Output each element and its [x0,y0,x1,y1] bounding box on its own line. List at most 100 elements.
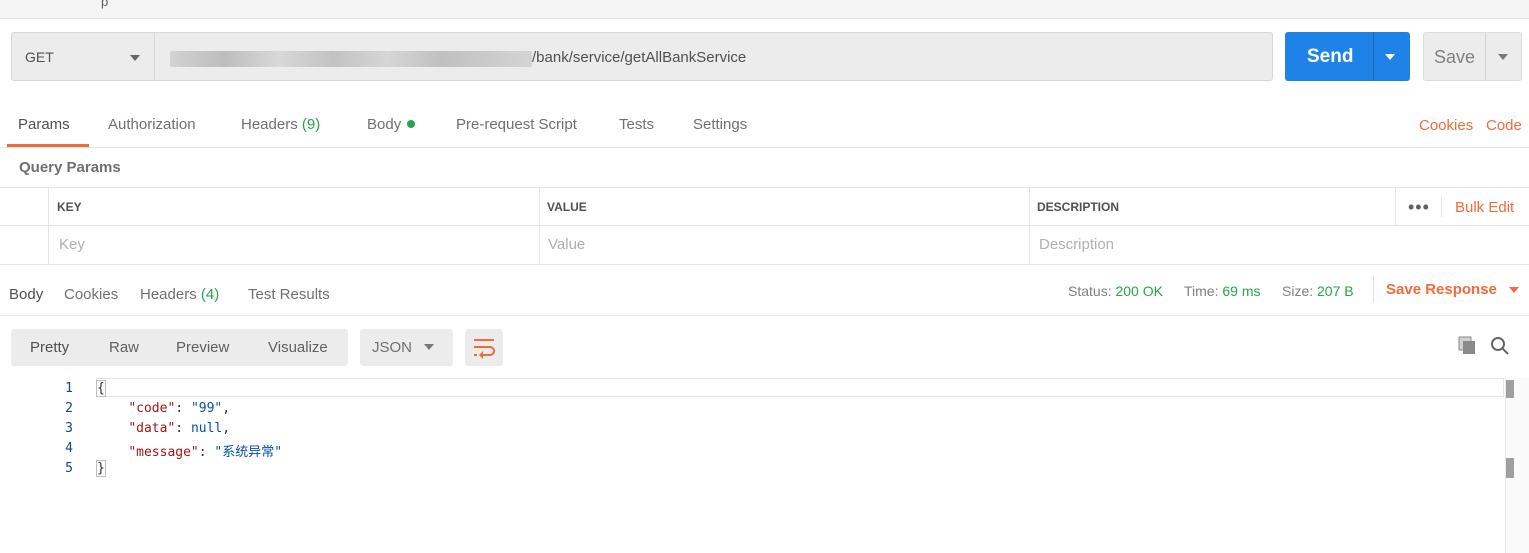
url-input[interactable]: /bank/service/getAllBankService [155,32,1273,81]
table-border-mid [0,225,1529,226]
col-divider [1029,187,1030,265]
json-null-value: null [190,421,223,436]
column-header-key: KEY [57,200,82,214]
col-divider [48,187,49,265]
json-key: "message" [128,445,199,460]
cookies-link[interactable]: Cookies [1419,117,1473,134]
code-line: "code": "99", [128,401,231,416]
json-string-value: "99" [190,401,223,416]
current-line-highlight [96,378,1504,397]
view-preview-button[interactable]: Preview [176,339,229,356]
wrap-lines-icon [474,339,495,359]
status-label: Status: [1068,283,1112,299]
top-tab-strip: p [0,0,1529,19]
code-line: "message": "系统异常" [128,445,283,460]
code-line: "data": null, [128,421,231,436]
send-label: Send [1307,46,1354,67]
tab-params[interactable]: Params [18,116,70,133]
more-options-icon[interactable]: ••• [1408,197,1430,218]
tab-title-fragment: p [101,0,109,9]
tab-body-label: Body [367,116,402,133]
table-border-top [0,187,1529,188]
save-label: Save [1434,47,1476,67]
line-number: 4 [65,441,73,456]
query-params-title: Query Params [19,159,121,176]
tab-headers-label: Headers [241,116,298,133]
tab-tests[interactable]: Tests [619,116,654,133]
col-divider [1395,187,1396,225]
line-number-gutter: 1 2 3 4 5 [0,378,90,553]
value-input[interactable]: Value [548,236,585,253]
view-raw-button[interactable]: Raw [109,339,139,356]
json-key: "data" [128,421,176,436]
view-visualize-button[interactable]: Visualize [268,339,328,356]
scroll-marker [1506,380,1514,398]
tab-body[interactable]: Body [367,116,416,133]
response-tab-body[interactable]: Body [9,286,43,303]
save-response-label: Save Response [1386,281,1497,298]
active-tab-underline [7,144,89,147]
body-indicator-dot [407,120,416,129]
response-divider [0,315,1529,316]
code-link[interactable]: Code [1486,117,1522,134]
description-input[interactable]: Description [1039,236,1114,253]
save-response-button[interactable]: Save Response [1386,281,1519,298]
url-path: /bank/service/getAllBankService [532,49,747,66]
response-tab-headers[interactable]: Headers (4) [140,286,219,303]
response-tab-cookies[interactable]: Cookies [64,286,118,303]
size-value[interactable]: 207 B [1317,283,1354,299]
response-headers-count: (4) [200,286,220,303]
bulk-edit-link[interactable]: Bulk Edit [1455,199,1514,216]
save-options-chevron-icon[interactable] [1498,54,1508,60]
method-label: GET [25,49,54,65]
time-readout: Time: 69 ms [1184,283,1261,299]
params-table: KEY VALUE DESCRIPTION ••• Bulk Edit Key … [0,187,1529,265]
search-icon[interactable] [1490,336,1512,356]
col-divider [539,187,540,265]
line-number: 5 [65,461,73,476]
response-code-editor[interactable]: 1 2 3 4 5 { "code": "99", "data": null, … [0,378,1505,553]
column-header-value: VALUE [547,200,587,214]
method-select[interactable]: GET [11,32,155,81]
col-divider [1441,197,1442,217]
tab-headers[interactable]: Headers (9) [241,116,320,133]
chevron-down-icon [130,55,140,61]
time-value[interactable]: 69 ms [1222,283,1260,299]
redacted-host [170,51,532,67]
chevron-down-icon [424,344,434,350]
tab-settings[interactable]: Settings [693,116,747,133]
line-number: 3 [65,421,73,436]
copy-icon[interactable] [1457,336,1479,356]
chevron-down-icon [1508,287,1519,294]
line-number: 2 [65,401,73,416]
send-button[interactable]: Send [1285,32,1410,81]
tab-headers-count: (9) [301,116,321,133]
response-tab-test-results[interactable]: Test Results [248,286,330,303]
json-key: "code" [128,401,176,416]
json-string-value: "系统异常" [214,445,283,460]
wrap-lines-button[interactable] [465,329,503,366]
send-divider [1373,32,1374,81]
format-label: JSON [372,339,413,356]
tab-authorization[interactable]: Authorization [108,116,196,133]
status-value[interactable]: 200 OK [1115,283,1162,299]
scroll-marker [1506,458,1514,478]
line-number: 1 [65,381,73,396]
view-mode-group: Pretty Raw Preview Visualize [11,329,348,366]
send-options-chevron-icon[interactable] [1385,54,1395,60]
code-open-brace: { [96,380,106,397]
view-pretty-button[interactable]: Pretty [30,339,69,356]
editor-scrollbar[interactable] [1505,378,1529,553]
request-tabs: Params Authorization Headers (9) Body Pr… [0,104,1529,148]
size-readout: Size: 207 B [1282,283,1354,299]
column-header-description: DESCRIPTION [1037,200,1120,214]
key-input[interactable]: Key [59,236,85,253]
response-headers-label: Headers [140,286,197,303]
tab-prerequest-script[interactable]: Pre-request Script [456,116,577,133]
time-label: Time: [1184,283,1219,299]
status-divider [1373,276,1374,303]
code-close-brace: } [96,460,106,477]
status-readout: Status: 200 OK [1068,283,1163,299]
format-select[interactable]: JSON [360,329,453,366]
save-button[interactable]: Save [1423,32,1522,81]
